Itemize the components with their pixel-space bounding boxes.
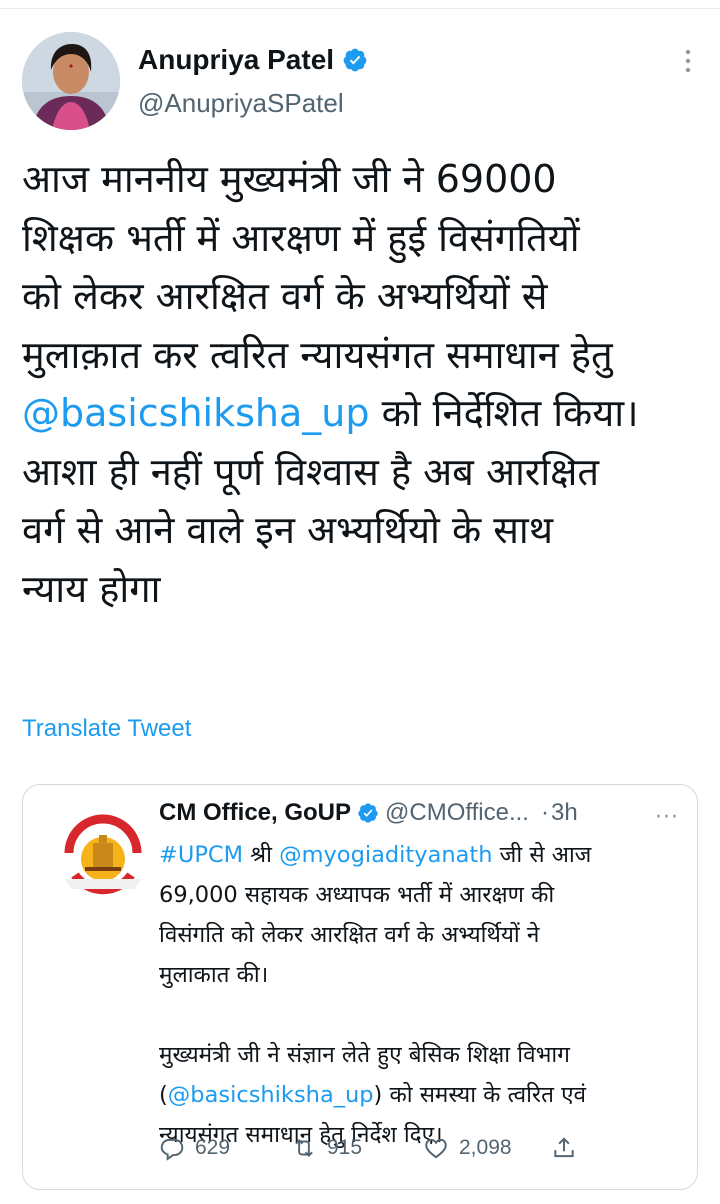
cm-office-logo (57, 811, 149, 903)
top-divider (0, 8, 720, 9)
tweet-mention-link[interactable]: @basicshiksha_up (22, 391, 369, 435)
tweet-text: आज माननीय मुख्यमंत्री जी ने 69000 शिक्षक… (22, 150, 702, 618)
reply-count: 629 (195, 1136, 231, 1159)
tweet-header: Anupriya Patel @AnupriyaSPatel (22, 30, 702, 140)
author-name[interactable]: Anupriya Patel (138, 44, 334, 76)
quoted-text-a: श्री (243, 842, 280, 868)
avatar-portrait-image (22, 32, 120, 130)
share-button[interactable] (551, 1135, 577, 1161)
verified-badge-icon (358, 803, 378, 823)
more-vertical-icon[interactable] (678, 46, 698, 76)
author-avatar[interactable] (22, 32, 120, 130)
author-handle[interactable]: @AnupriyaSPatel (138, 88, 344, 119)
quoted-tweet-actions: 629 915 2,098 (159, 1135, 629, 1175)
author-name-row: Anupriya Patel (138, 44, 368, 76)
verified-badge-icon (343, 48, 367, 72)
reply-button[interactable]: 629 (159, 1135, 230, 1161)
quoted-text-b: जी से आज 69,000 सहायक अध्यापक भर्ती में … (159, 842, 592, 1108)
retweet-icon (295, 1139, 313, 1157)
quoted-tweet-header: CM Office, GoUP @CMOffice... · 3h (159, 799, 679, 827)
tweet-text-part1: आज माननीय मुख्यमंत्री जी ने 69000 शिक्षक… (22, 157, 613, 377)
hashtag-link[interactable]: #UPCM (159, 842, 243, 868)
quoted-author-handle[interactable]: @CMOffice... (385, 799, 529, 827)
quoted-tweet-card[interactable]: CM Office, GoUP @CMOffice... · 3h ··· #U… (22, 784, 698, 1190)
translate-tweet-link[interactable]: Translate Tweet (22, 715, 191, 743)
reply-icon (160, 1138, 184, 1161)
mention-link[interactable]: @myogiadityanath (279, 842, 492, 868)
quoted-author-name[interactable]: CM Office, GoUP (159, 799, 351, 827)
like-button[interactable]: 2,098 (423, 1135, 512, 1161)
separator-dot: · (540, 799, 549, 826)
more-horizontal-icon[interactable]: ··· (655, 805, 679, 830)
heart-icon (425, 1138, 447, 1159)
retweet-count: 915 (327, 1136, 363, 1159)
quoted-timestamp[interactable]: 3h (551, 799, 578, 827)
retweet-button[interactable]: 915 (291, 1135, 362, 1161)
quoted-tweet-text: #UPCM श्री @myogiadityanath जी से आज 69,… (159, 835, 679, 1155)
like-count: 2,098 (459, 1136, 512, 1159)
mention-link[interactable]: @basicshiksha_up (168, 1082, 374, 1108)
share-icon (554, 1137, 574, 1158)
